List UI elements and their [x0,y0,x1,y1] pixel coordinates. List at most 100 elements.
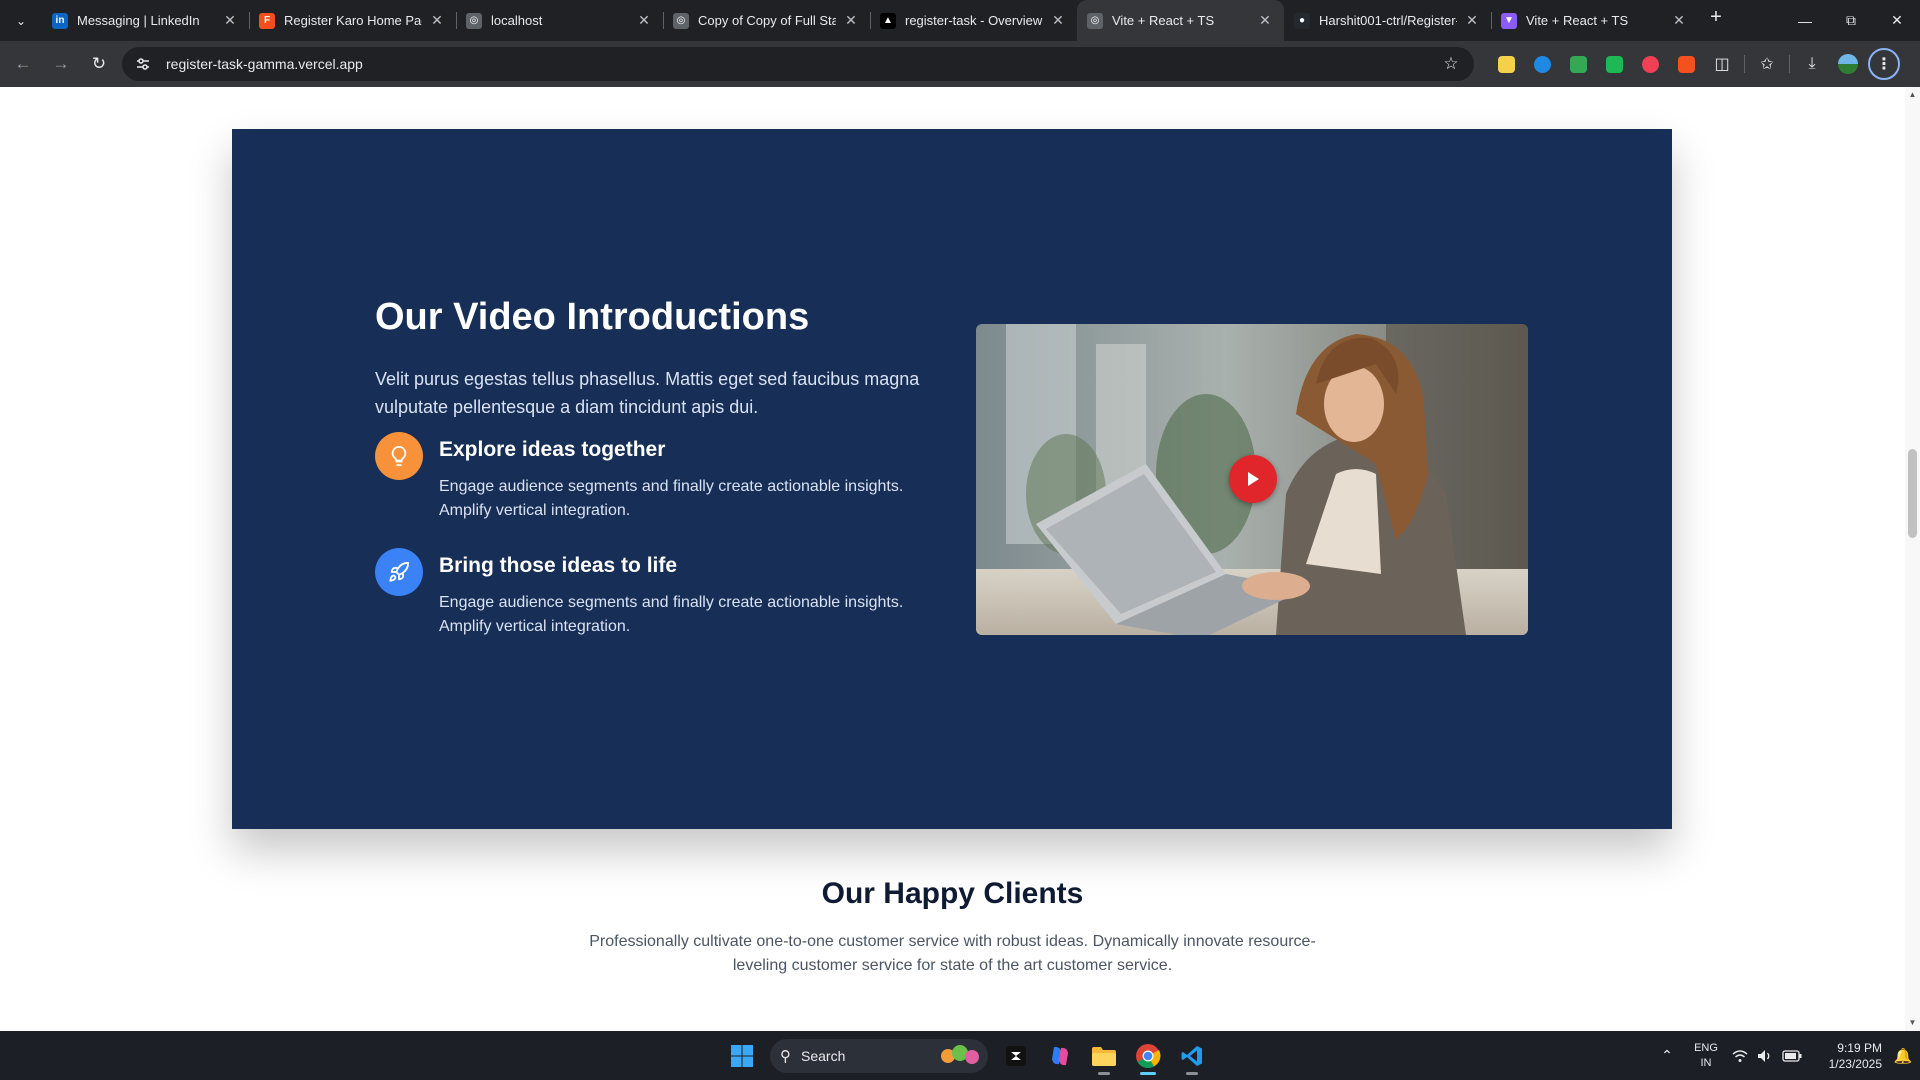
vscode-icon[interactable] [1170,1036,1214,1076]
taskbar-search-box[interactable]: ⚲ Search [770,1038,988,1073]
language-code: ENG [1694,1041,1718,1054]
clock-date: 1/23/2025 [1828,1056,1882,1071]
close-tab-icon[interactable]: ✕ [842,12,860,30]
close-window-icon[interactable]: ✕ [1874,0,1920,41]
figma-icon: F [259,12,275,29]
windows-start-icon[interactable] [720,1036,764,1076]
tab-title: Copy of Copy of Full Stack [698,13,836,28]
copilot-icon[interactable] [1038,1036,1082,1076]
video-introductions-section: Our Video Introductions Velit purus eges… [232,129,1672,829]
close-tab-icon[interactable]: ✕ [635,12,653,30]
language-region: IN [1700,1056,1712,1069]
system-tray: ⌃ ENG IN 9:19 PM 1/23/2025 🔔 [1652,1031,1920,1080]
bookmark-star-icon[interactable]: ☆ [1436,54,1466,74]
edge-extension-icon[interactable] [1524,46,1560,82]
github-icon: ● [1294,12,1310,29]
scroll-down-arrow-icon[interactable]: ▼ [1908,1018,1917,1028]
file-explorer-icon[interactable] [1082,1036,1126,1076]
globe-icon: ◎ [466,12,482,29]
pocket-extension-icon[interactable] [1632,46,1668,82]
page-scrollbar[interactable]: ▲ ▼ [1905,87,1920,1031]
active-indicator [1140,1071,1156,1075]
browser-tab-strip: ⌄ in Messaging | LinkedIn ✕ F Register Karo … [0,0,1920,41]
search-highlight-icon [941,1044,979,1064]
quick-settings[interactable] [1732,1049,1802,1063]
feature-title: Explore ideas together [439,438,666,461]
forward-icon[interactable]: → [44,47,78,81]
clock[interactable]: 9:19 PM 1/23/2025 [1818,1040,1882,1072]
section-description: Velit purus egestas tellus phasellus. Ma… [375,369,920,417]
reload-icon[interactable]: ↻ [82,47,116,81]
tab-title: Vite + React + TS [1112,13,1215,28]
tab-title: Vite + React + TS [1526,13,1629,28]
tab-title: Messaging | LinkedIn [77,13,200,28]
clients-heading: Our Happy Clients [821,877,1084,910]
close-tab-icon[interactable]: ✕ [1049,12,1067,30]
tab-title: Register Karo Home Page [284,13,422,28]
close-tab-icon[interactable]: ✕ [1256,12,1274,30]
toolbar-separator [1744,55,1745,73]
language-indicator[interactable]: ENG IN [1686,1041,1726,1071]
back-icon[interactable]: ← [6,47,40,81]
notifications-bell-icon[interactable]: 🔔 [1886,1047,1920,1065]
browser-tab[interactable]: ◎ localhost ✕ [456,0,663,41]
browser-tab[interactable]: ● Harshit001-ctrl/Register-t ✕ [1284,0,1491,41]
feature-text: Engage audience segments and finally cre… [439,478,904,519]
site-info-icon[interactable] [132,53,154,75]
tab-list: in Messaging | LinkedIn ✕ F Register Karo Ho… [42,0,1698,41]
new-tab-button[interactable]: + [1702,4,1730,32]
restore-icon[interactable]: ⧉ [1828,0,1874,41]
browser-tab[interactable]: ◎ Vite + React + TS ✕ [1077,0,1284,41]
rocket-icon [375,548,423,596]
clock-time: 9:19 PM [1837,1040,1882,1055]
red-extension-icon[interactable] [1668,46,1704,82]
url-text[interactable]: register-task-gamma.vercel.app [166,56,1436,72]
play-icon [1248,472,1259,486]
puzzle-green-extension-icon[interactable] [1560,46,1596,82]
video-thumbnail[interactable] [976,324,1528,635]
feature-title: Bring those ideas to life [439,554,678,577]
address-bar[interactable]: register-task-gamma.vercel.app ☆ [122,47,1474,81]
wifi-icon [1732,1049,1748,1062]
show-hidden-icons-chevron-icon[interactable]: ⌃ [1652,1047,1682,1064]
vercel-icon: ▲ [880,12,896,29]
search-label: Search [801,1047,846,1064]
browser-toolbar: ← → ↻ register-task-gamma.vercel.app ☆ ◫… [0,41,1920,87]
close-tab-icon[interactable]: ✕ [221,12,239,30]
download-icon[interactable]: ⤓ [1794,46,1830,82]
vite-icon: ▼ [1501,12,1517,29]
globe-icon: ◎ [1087,12,1103,29]
battery-icon [1782,1049,1802,1062]
browser-tab[interactable]: ▲ register-task - Overview – ✕ [870,0,1077,41]
taskbar-apps: ⚲ Search [720,1031,1214,1080]
bookmarks-icon[interactable]: ✩ [1749,46,1785,82]
tab-title: localhost [491,13,543,28]
globe-icon: ◎ [673,12,689,29]
extensions-puzzle-icon[interactable]: ◫ [1704,46,1740,82]
tab-search-button[interactable]: ⌄ [6,6,36,36]
capcut-icon[interactable] [994,1036,1038,1076]
minimize-icon[interactable]: — [1782,0,1828,41]
close-tab-icon[interactable]: ✕ [1670,12,1688,30]
browser-menu-icon[interactable]: ⋮ [1866,46,1902,82]
extensions-area: ◫ ✩ ⤓ ⋮ [1488,41,1902,87]
browser-tab[interactable]: in Messaging | LinkedIn ✕ [42,0,249,41]
browser-tab[interactable]: F Register Karo Home Page ✕ [249,0,456,41]
close-tab-icon[interactable]: ✕ [1463,12,1481,30]
profile-avatar-icon[interactable] [1830,46,1866,82]
running-indicator [1098,1071,1110,1075]
notes-extension-icon[interactable] [1488,46,1524,82]
play-button[interactable] [1229,455,1277,503]
close-tab-icon[interactable]: ✕ [428,12,446,30]
lightbulb-icon [375,432,423,480]
scroll-up-arrow-icon[interactable]: ▲ [1908,90,1917,100]
sheets-extension-icon[interactable] [1596,46,1632,82]
feature-text: Engage audience segments and finally cre… [439,594,904,635]
browser-tab[interactable]: ◎ Copy of Copy of Full Stack ✕ [663,0,870,41]
linkedin-icon: in [52,12,68,29]
toolbar-separator [1789,55,1790,73]
chrome-icon[interactable] [1126,1036,1170,1076]
clients-description: Professionally cultivate one-to-one cust… [589,933,1316,974]
browser-tab[interactable]: ▼ Vite + React + TS ✕ [1491,0,1698,41]
scroll-thumb[interactable] [1908,449,1917,538]
